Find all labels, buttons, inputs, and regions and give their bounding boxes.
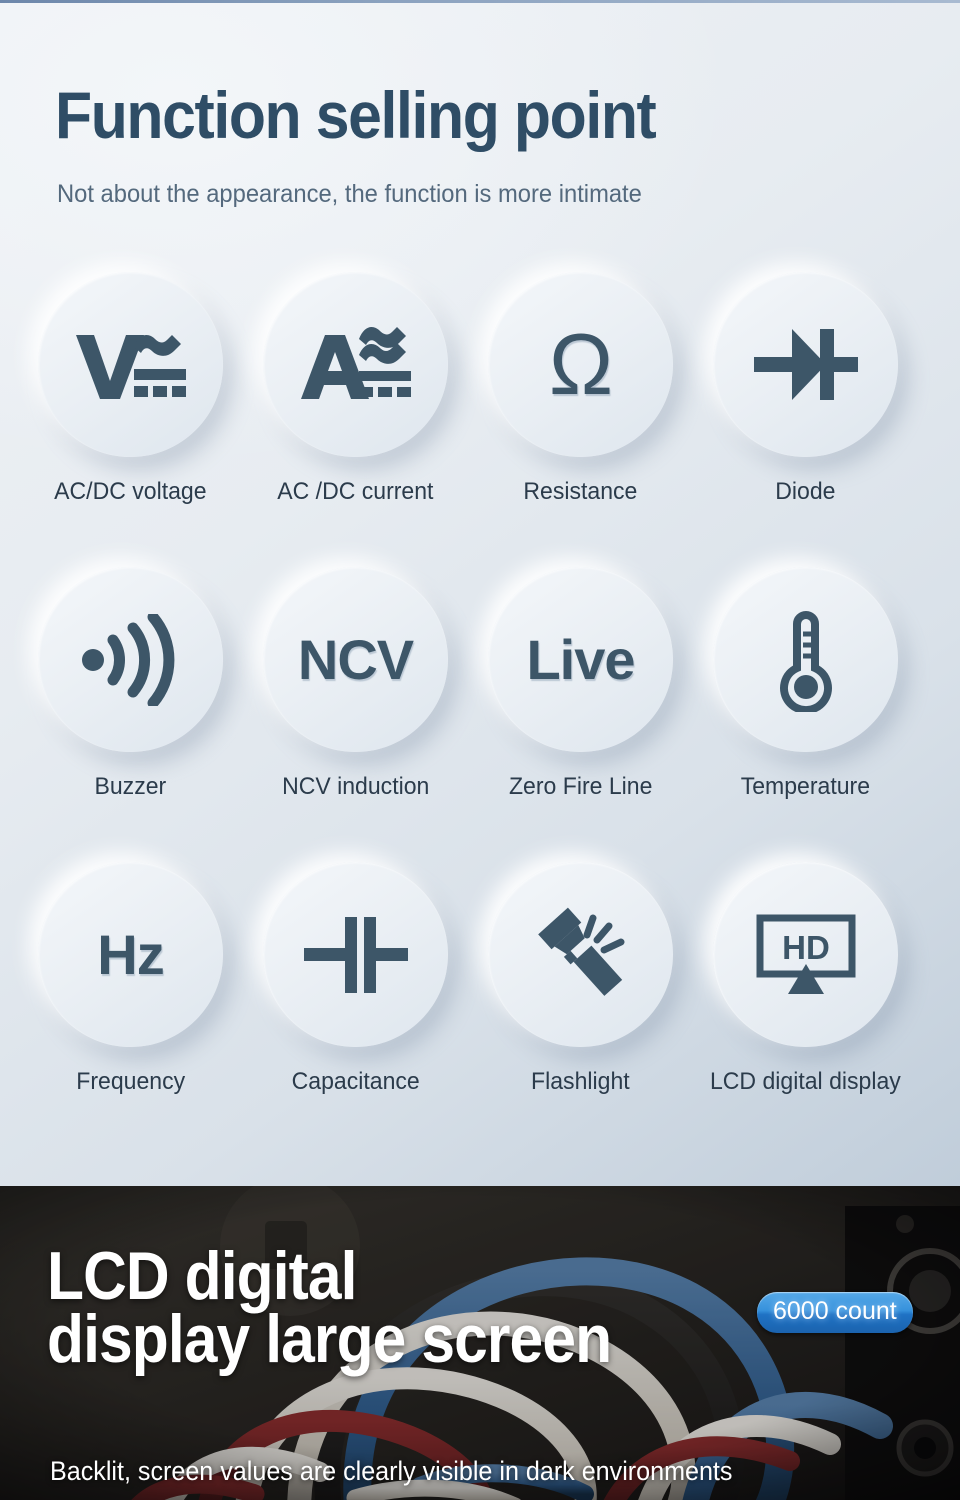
ncv-glyph: NCV [297,627,414,691]
feature-item-ncv[interactable]: NCV NCV induction [243,567,468,862]
diode-icon [713,272,898,457]
feature-label: Temperature [740,773,871,800]
features-panel: Function selling point Not about the app… [0,0,960,1186]
feature-label: Diode [775,478,836,505]
live-wire-icon: Live [488,567,673,752]
feature-label: AC /DC current [277,478,434,505]
feature-label: Flashlight [531,1068,630,1095]
ac-dc-current-icon [263,272,448,457]
ncv-icon: NCV [263,567,448,752]
omega-glyph: Ω [548,316,613,413]
feature-item-diode[interactable]: Diode [693,272,918,567]
hero-title: LCD digital display large screen [47,1242,612,1373]
feature-label: Zero Fire Line [508,773,653,800]
feature-item-zero-fire-line[interactable]: Live Zero Fire Line [468,567,693,862]
feature-item-ac-dc-voltage[interactable]: AC/DC voltage [18,272,243,567]
feature-item-resistance[interactable]: Ω Resistance [468,272,693,567]
feature-item-ac-dc-current[interactable]: AC /DC current [243,272,468,567]
feature-label: Resistance [523,478,638,505]
feature-label: NCV induction [281,773,430,800]
feature-label: AC/DC voltage [54,478,207,505]
feature-item-lcd-display[interactable]: HD LCD digital display [693,862,918,1157]
top-divider [0,0,960,3]
feature-label: Buzzer [94,773,167,800]
omega-resistance-icon: Ω [488,272,673,457]
feature-item-frequency[interactable]: Hz Frequency [18,862,243,1157]
feature-row: AC/DC voltage AC /DC current Ω Resistanc… [0,272,960,567]
page-subtitle: Not about the appearance, the function i… [57,180,642,208]
feature-label: Frequency [76,1068,185,1095]
feature-item-flashlight[interactable]: Flashlight [468,862,693,1157]
feature-label: Capacitance [291,1068,420,1095]
buzzer-sound-wave-icon [38,567,223,752]
hz-glyph: Hz [97,922,164,986]
flashlight-icon [488,862,673,1047]
page-title: Function selling point [55,78,657,152]
thermometer-icon [713,567,898,752]
hd-screen-icon: HD [713,862,898,1047]
hero-subtitle: Backlit, screen values are clearly visib… [50,1456,733,1486]
feature-grid: AC/DC voltage AC /DC current Ω Resistanc… [0,272,960,1157]
hertz-frequency-icon: Hz [38,862,223,1047]
feature-row: Buzzer NCV NCV induction Live Zero Fire … [0,567,960,862]
svg-text:HD: HD [782,929,830,966]
live-glyph: Live [526,627,635,691]
hero-title-line-2: display large screen [47,1301,612,1378]
feature-label: LCD digital display [710,1068,901,1095]
ac-dc-voltage-icon [38,272,223,457]
feature-item-capacitance[interactable]: Capacitance [243,862,468,1157]
count-badge: 6000 count [757,1292,913,1333]
feature-item-temperature[interactable]: Temperature [693,567,918,862]
capacitor-icon [263,862,448,1047]
feature-item-buzzer[interactable]: Buzzer [18,567,243,862]
feature-row: Hz Frequency Capacitance Flashlight HD L… [0,862,960,1157]
